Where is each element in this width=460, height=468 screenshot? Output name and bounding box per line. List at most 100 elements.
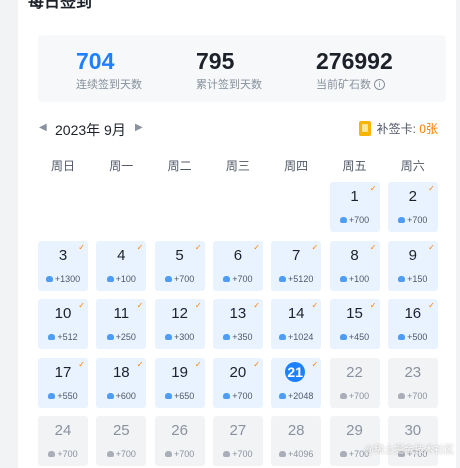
day-points: +700 [407,215,427,225]
day-points: +5120 [288,274,313,284]
ore-icon [340,334,347,340]
calendar-day[interactable]: 6+700✓ [213,241,263,291]
checkmark-icon: ✓ [370,301,377,310]
calendar-day[interactable]: 14+1024✓ [271,299,321,349]
calendar-day[interactable]: 16+500✓ [388,299,438,349]
calendar-day[interactable]: 22+700 [330,358,380,408]
day-points-row: +550 [38,391,88,401]
checkmark-icon: ✓ [370,243,377,252]
day-points-row: +5120 [271,274,321,284]
day-points-row: +700 [330,215,380,225]
calendar-day[interactable]: 26 +700 [155,416,205,466]
day-number: 26 [155,422,205,439]
calendar-day[interactable]: 2+700✓ [388,182,438,232]
ore-icon [48,451,55,457]
ore-icon [340,276,347,282]
day-number: 27 [213,422,263,439]
day-points: +350 [232,332,252,342]
calendar-day[interactable]: 15+450✓ [330,299,380,349]
day-points-row: +700 [213,391,263,401]
day-points: +700 [174,274,194,284]
day-points: +700 [116,449,136,459]
day-points: +4096 [288,449,313,459]
calendar-day[interactable]: 12+300✓ [155,299,205,349]
day-points: +500 [407,332,427,342]
calendar-day[interactable]: 24 +700 [38,416,88,466]
day-points: +100 [349,274,369,284]
ore-icon [107,393,114,399]
calendar-day[interactable]: 25+700 [96,416,146,466]
calendar-day[interactable]: 19+650✓ [155,358,205,408]
prev-month-icon[interactable]: ◀ [39,122,47,133]
day-points-row: +700 [96,449,146,459]
checkmark-icon: ✓ [428,184,435,193]
calendar-day[interactable]: 3+1300✓ [38,241,88,291]
ore-icon [107,334,114,340]
day-points-row: +100 [96,274,146,284]
day-number: 24 [38,422,88,439]
calendar-day[interactable]: 7+5120✓ [271,241,321,291]
ore-icon [223,393,230,399]
day-points: +550 [57,391,77,401]
day-points-row: +700 [155,449,205,459]
checkmark-icon: ✓ [78,301,85,310]
checkmark-icon: ✓ [78,243,85,252]
day-points-row: +1024 [271,332,321,342]
ore-icon [165,334,172,340]
next-month-icon[interactable]: ▶ [135,122,143,133]
stat-total-label: 累计签到天数 [196,76,262,92]
day-points-row: +100 [330,274,380,284]
calendar-day[interactable]: 28+4096 [271,416,321,466]
checkmark-icon: ✓ [428,243,435,252]
ore-icon [340,393,347,399]
calendar-day[interactable]: 9+150✓ [388,241,438,291]
day-points-row: +350 [213,332,263,342]
calendar-day[interactable]: 27 +700 [213,416,263,466]
calendar-day[interactable]: 20+700✓ [213,358,263,408]
day-points-row: +512 [38,332,88,342]
checkmark-icon: ✓ [253,243,260,252]
day-points-row: +600 [96,391,146,401]
day-points-row: +700 [38,449,88,459]
day-points: +450 [349,332,369,342]
day-points: +250 [116,332,136,342]
ore-icon [340,451,347,457]
calendar-day[interactable]: 1+700✓ [330,182,380,232]
day-number: 30 [388,422,438,439]
day-points-row: +500 [388,332,438,342]
day-points: +700 [407,391,427,401]
calendar-day[interactable]: 5+700✓ [155,241,205,291]
calendar-day[interactable]: 4+100✓ [96,241,146,291]
day-points: +700 [232,274,252,284]
checkmark-icon: ✓ [78,360,85,369]
ore-icon [398,393,405,399]
calendar-day[interactable]: 21+2048✓ [271,358,321,408]
day-points: +1024 [288,332,313,342]
calendar-day[interactable]: 18+600✓ [96,358,146,408]
calendar-day[interactable]: 17+550✓ [38,358,88,408]
checkmark-icon: ✓ [311,243,318,252]
day-points: +700 [174,449,194,459]
calendar-day[interactable]: 11+250✓ [96,299,146,349]
ore-icon [107,276,114,282]
calendar-day[interactable]: 10+512✓ [38,299,88,349]
calendar-day[interactable]: 13+350✓ [213,299,263,349]
day-points: +300 [174,332,194,342]
weekday-label: 周一 [96,157,146,174]
calendar-day[interactable]: 23+700 [388,358,438,408]
day-points-row: +2048 [271,391,321,401]
calendar-day[interactable]: 8+100✓ [330,241,380,291]
info-icon[interactable]: i [374,79,385,90]
day-points: +700 [232,449,252,459]
day-points-row: +700 [213,449,263,459]
stat-ore: 276992 当前矿石数i [316,47,393,92]
day-points: +700 [57,449,77,459]
day-points-row: +250 [96,332,146,342]
day-points: +650 [174,391,194,401]
makeup-card[interactable]: 补签卡: 0张 [359,120,438,137]
watermark: @稀土掘金技术社区 [364,441,454,456]
day-points-row: +700 [155,274,205,284]
stat-total-days: 795 累计签到天数 [196,47,262,92]
checkmark-icon: ✓ [370,184,377,193]
day-points: +100 [116,274,136,284]
